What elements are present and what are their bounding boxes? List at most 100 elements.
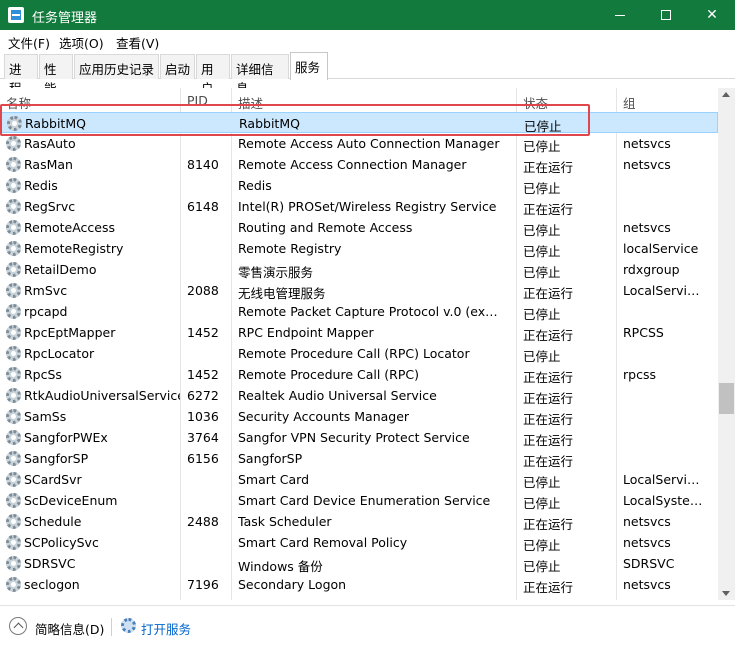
service-name: SCPolicySvc bbox=[24, 535, 99, 550]
service-status: 已停止 bbox=[523, 349, 561, 364]
service-name: SangforPWEx bbox=[24, 430, 108, 445]
service-name: RpcSs bbox=[24, 367, 62, 382]
service-name: RasAuto bbox=[24, 136, 76, 151]
service-gear-icon bbox=[6, 262, 21, 277]
tab-users[interactable]: 用户 bbox=[196, 54, 230, 96]
table-row[interactable]: SamSs 1036 Security Accounts Manager 正在运行 bbox=[0, 406, 718, 427]
service-pid: 2488 bbox=[187, 514, 219, 529]
service-gear-icon bbox=[6, 367, 21, 382]
service-status: 已停止 bbox=[523, 538, 561, 553]
service-name: RemoteRegistry bbox=[24, 241, 124, 256]
tab-performance[interactable]: 性能 bbox=[39, 54, 73, 96]
table-row[interactable]: seclogon 7196 Secondary Logon 正在运行 netsvcs bbox=[0, 574, 718, 595]
table-row[interactable]: RetailDemo 零售演示服务 已停止 rdxgroup bbox=[0, 259, 718, 280]
scrollbar-thumb[interactable] bbox=[719, 383, 734, 414]
service-group: SDRSVC bbox=[623, 556, 675, 571]
column-header-group[interactable]: 组 bbox=[623, 93, 636, 112]
tab-app-history[interactable]: 应用历史记录 bbox=[74, 54, 159, 79]
service-name: RetailDemo bbox=[24, 262, 97, 277]
table-row[interactable]: RemoteRegistry Remote Registry 已停止 localSer… bbox=[0, 238, 718, 259]
title-bar[interactable]: 任务管理器 ✕ bbox=[0, 0, 735, 30]
service-status: 正在运行 bbox=[523, 454, 574, 469]
service-description: RPC Endpoint Mapper bbox=[238, 325, 374, 340]
table-row[interactable]: Redis Redis 已停止 bbox=[0, 175, 718, 196]
table-row[interactable]: RtkAudioUniversalService 6272 Realtek Audi… bbox=[0, 385, 718, 406]
tab-details[interactable]: 详细信息 bbox=[231, 54, 289, 96]
table-row[interactable]: RemoteAccess Routing and Remote Access 已停止… bbox=[0, 217, 718, 238]
table-row[interactable]: RasAuto Remote Access Auto Connection Man… bbox=[0, 133, 718, 154]
menu-view[interactable]: 查看(V) bbox=[116, 33, 159, 52]
service-group: LocalService... bbox=[623, 283, 705, 298]
fewer-details-link[interactable]: 简略信息(D) bbox=[35, 619, 104, 638]
table-row[interactable]: SCardSvr Smart Card 已停止 LocalService... bbox=[0, 469, 718, 490]
table-row[interactable]: Schedule 2488 Task Scheduler 正在运行 netsvcs bbox=[0, 511, 718, 532]
service-description: Smart Card Removal Policy bbox=[238, 535, 408, 550]
service-gear-icon bbox=[6, 535, 21, 550]
maximize-button[interactable] bbox=[643, 0, 689, 30]
table-row[interactable]: RasMan 8140 Remote Access Connection Manag… bbox=[0, 154, 718, 175]
tab-services[interactable]: 服务 bbox=[290, 52, 328, 80]
service-gear-icon bbox=[6, 157, 21, 172]
service-name: RpcLocator bbox=[24, 346, 95, 361]
maximize-icon bbox=[661, 10, 671, 20]
table-row[interactable]: RegSrvc 6148 Intel(R) PROSet/Wireless Regi… bbox=[0, 196, 718, 217]
table-row[interactable]: rpcapd Remote Packet Capture Protocol v.0… bbox=[0, 301, 718, 322]
service-status: 正在运行 bbox=[523, 433, 574, 448]
service-group: netsvcs bbox=[623, 136, 671, 151]
services-gear-icon[interactable] bbox=[121, 618, 136, 633]
service-gear-icon bbox=[6, 556, 21, 571]
service-status: 已停止 bbox=[523, 307, 561, 322]
menu-options[interactable]: 选项(O) bbox=[59, 33, 104, 52]
table-row[interactable]: RpcLocator Remote Procedure Call (RPC) Lo… bbox=[0, 343, 718, 364]
service-gear-icon bbox=[6, 409, 21, 424]
scroll-up-icon[interactable] bbox=[722, 92, 730, 97]
table-row[interactable]: SangforSP 6156 SangforSP 正在运行 bbox=[0, 448, 718, 469]
service-description: Remote Procedure Call (RPC) bbox=[238, 367, 419, 382]
chevron-up-circle-icon[interactable] bbox=[9, 617, 27, 635]
service-pid: 3764 bbox=[187, 430, 219, 445]
service-pid: 6272 bbox=[187, 388, 219, 403]
menu-file[interactable]: 文件(F) bbox=[8, 33, 50, 52]
close-icon: ✕ bbox=[706, 7, 718, 23]
service-status: 已停止 bbox=[523, 223, 561, 238]
service-description: Security Accounts Manager bbox=[238, 409, 410, 424]
tab-processes[interactable]: 进程 bbox=[4, 54, 38, 96]
services-list[interactable]: 名称 PID 描述 状态 组 RabbitMQ RabbitMQ 已停止 RasAut… bbox=[0, 88, 718, 600]
table-row[interactable]: RmSvc 2088 无线电管理服务 正在运行 LocalService... bbox=[0, 280, 718, 301]
service-name: RmSvc bbox=[24, 283, 68, 298]
service-status: 已停止 bbox=[523, 181, 561, 196]
tab-startup[interactable]: 启动 bbox=[160, 54, 195, 79]
table-row[interactable]: RpcSs 1452 Remote Procedure Call (RPC) 正在运行… bbox=[0, 364, 718, 385]
service-name: RpcEptMapper bbox=[24, 325, 116, 340]
table-row[interactable]: SCPolicySvc Smart Card Removal Policy 已停止 n… bbox=[0, 532, 718, 553]
service-name: SDRSVC bbox=[24, 556, 76, 571]
open-services-link[interactable]: 打开服务 bbox=[141, 619, 191, 638]
service-group: rpcss bbox=[623, 367, 656, 382]
scroll-down-icon[interactable] bbox=[722, 591, 730, 596]
table-row[interactable]: SangforPWEx 3764 Sangfor VPN Security Prot… bbox=[0, 427, 718, 448]
service-pid: 1036 bbox=[187, 409, 219, 424]
service-description: Task Scheduler bbox=[238, 514, 332, 529]
service-gear-icon bbox=[6, 283, 21, 298]
service-status: 已停止 bbox=[523, 475, 561, 490]
service-pid: 1452 bbox=[187, 367, 219, 382]
service-gear-icon bbox=[6, 430, 21, 445]
close-button[interactable]: ✕ bbox=[689, 0, 735, 30]
service-gear-icon bbox=[6, 346, 21, 361]
vertical-scrollbar[interactable] bbox=[718, 88, 735, 600]
service-gear-icon bbox=[6, 451, 21, 466]
service-name: Redis bbox=[24, 178, 58, 193]
table-row[interactable]: RpcEptMapper 1452 RPC Endpoint Mapper 正在运行 R… bbox=[0, 322, 718, 343]
minimize-icon bbox=[615, 14, 625, 16]
service-status: 已停止 bbox=[523, 139, 561, 154]
service-description: Remote Access Auto Connection Manager bbox=[238, 136, 500, 151]
table-row[interactable]: ScDeviceEnum Smart Card Device Enumeratio… bbox=[0, 490, 718, 511]
table-row[interactable]: SDRSVC Windows 备份 已停止 SDRSVC bbox=[0, 553, 718, 574]
service-group: RPCSS bbox=[623, 325, 664, 340]
service-description: Secondary Logon bbox=[238, 577, 347, 592]
sort-ascending-icon bbox=[87, 88, 98, 92]
service-status: 正在运行 bbox=[523, 580, 574, 595]
service-pid: 6148 bbox=[187, 199, 219, 214]
minimize-button[interactable] bbox=[597, 0, 643, 30]
service-description: Smart Card bbox=[238, 472, 310, 487]
